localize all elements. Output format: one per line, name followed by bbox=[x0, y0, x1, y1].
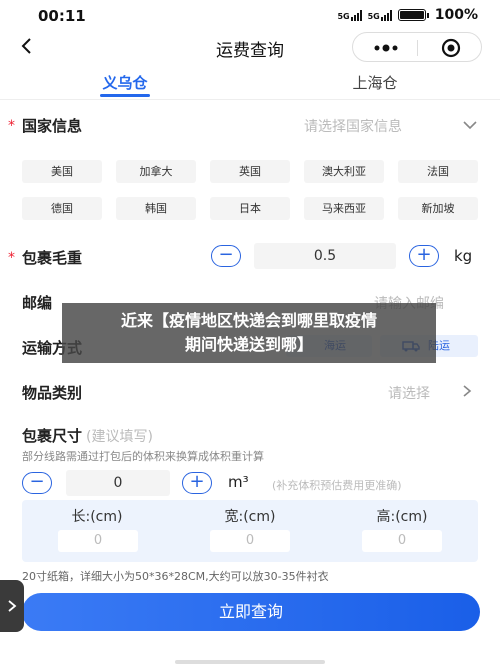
size-label: 包裹尺寸 (建议填写) bbox=[22, 425, 153, 446]
country-label: 国家信息 bbox=[22, 117, 83, 135]
volume-minus-button[interactable]: − bbox=[22, 472, 52, 494]
required-mark: * bbox=[8, 250, 15, 266]
country-option[interactable]: 美国 bbox=[22, 160, 102, 183]
country-select[interactable]: 请选择国家信息 bbox=[304, 116, 402, 136]
tab-yiwu[interactable]: 义乌仓 bbox=[65, 72, 185, 93]
signal-icon-2: 5G bbox=[367, 9, 392, 21]
required-mark: * bbox=[8, 118, 15, 134]
width-label: 宽:(cm) bbox=[224, 509, 276, 525]
mini-program-capsule bbox=[352, 32, 482, 62]
more-icon[interactable] bbox=[371, 42, 401, 54]
country-option[interactable]: 法国 bbox=[398, 160, 478, 183]
country-option[interactable]: 新加坡 bbox=[398, 197, 478, 220]
chevron-right-icon bbox=[8, 600, 17, 612]
height-label: 高:(cm) bbox=[376, 509, 428, 525]
nav-bar: 运费查询 bbox=[0, 30, 500, 64]
signal-label: 5G bbox=[337, 11, 350, 21]
weight-plus-button[interactable]: + bbox=[409, 245, 439, 267]
chevron-right-icon[interactable] bbox=[462, 384, 472, 398]
country-option[interactable]: 澳大利亚 bbox=[304, 160, 384, 183]
volume-plus-button[interactable]: + bbox=[182, 472, 212, 494]
length-input[interactable]: 0 bbox=[58, 530, 138, 552]
caption-overlay: 近来【疫情地区快递会到哪里取疫情 期间快递送到哪】 bbox=[62, 303, 436, 363]
weight-minus-button[interactable]: − bbox=[211, 245, 241, 267]
country-option[interactable]: 德国 bbox=[22, 197, 102, 220]
chevron-down-icon[interactable] bbox=[462, 120, 478, 130]
country-option[interactable]: 日本 bbox=[210, 197, 290, 220]
length-label: 长:(cm) bbox=[71, 509, 123, 525]
volume-hint: (补充体积预估费用更准确) bbox=[272, 479, 402, 492]
caption-line-1: 近来【疫情地区快递会到哪里取疫情 bbox=[120, 311, 377, 330]
side-drawer-tab[interactable] bbox=[0, 580, 24, 632]
signal-icon: 5G bbox=[337, 9, 362, 21]
weight-unit: kg bbox=[454, 247, 473, 265]
height-input[interactable]: 0 bbox=[362, 530, 442, 552]
status-time: 00:11 bbox=[38, 7, 86, 25]
dimensions-panel: 长:(cm) 宽:(cm) 高:(cm) 0 0 0 bbox=[22, 500, 478, 562]
size-label-hint: (建议填写) bbox=[86, 429, 153, 445]
size-label-text: 包裹尺寸 bbox=[22, 427, 83, 445]
size-footnote: 20寸纸箱，详细大小为50*36*28CM,大约可以放30-35件衬衣 bbox=[22, 570, 329, 583]
volume-unit: m³ bbox=[228, 473, 249, 491]
country-option[interactable]: 韩国 bbox=[116, 197, 196, 220]
caption-line-2: 期间快递送到哪】 bbox=[184, 335, 313, 354]
weight-label: 包裹毛重 bbox=[22, 249, 83, 267]
status-indicators: 5G 5G 100% bbox=[337, 7, 478, 23]
query-button[interactable]: 立即查询 bbox=[22, 593, 480, 631]
category-select[interactable]: 请选择 bbox=[388, 383, 430, 403]
active-tab-indicator bbox=[100, 94, 150, 97]
status-bar: 00:11 5G 5G 100% bbox=[0, 0, 500, 30]
battery-percent: 100% bbox=[434, 7, 478, 23]
caption-text: 近来【疫情地区快递会到哪里取疫情 期间快递送到哪】 bbox=[62, 309, 436, 357]
close-icon[interactable] bbox=[441, 38, 461, 58]
home-indicator bbox=[175, 660, 325, 664]
width-input[interactable]: 0 bbox=[210, 530, 290, 552]
weight-input[interactable]: 0.5 bbox=[254, 243, 396, 269]
size-note: 部分线路需通过打包后的体积来换算成体积重计算 bbox=[22, 450, 264, 463]
country-option[interactable]: 英国 bbox=[210, 160, 290, 183]
warehouse-tabs: 义乌仓 上海仓 bbox=[0, 66, 500, 100]
battery-icon bbox=[397, 9, 429, 21]
country-option[interactable]: 加拿大 bbox=[116, 160, 196, 183]
tab-shanghai[interactable]: 上海仓 bbox=[315, 72, 435, 93]
postcode-label: 邮编 bbox=[22, 294, 53, 312]
category-label: 物品类别 bbox=[22, 384, 83, 402]
signal-label-2: 5G bbox=[367, 11, 380, 21]
country-option[interactable]: 马来西亚 bbox=[304, 197, 384, 220]
volume-input[interactable]: 0 bbox=[66, 470, 170, 496]
